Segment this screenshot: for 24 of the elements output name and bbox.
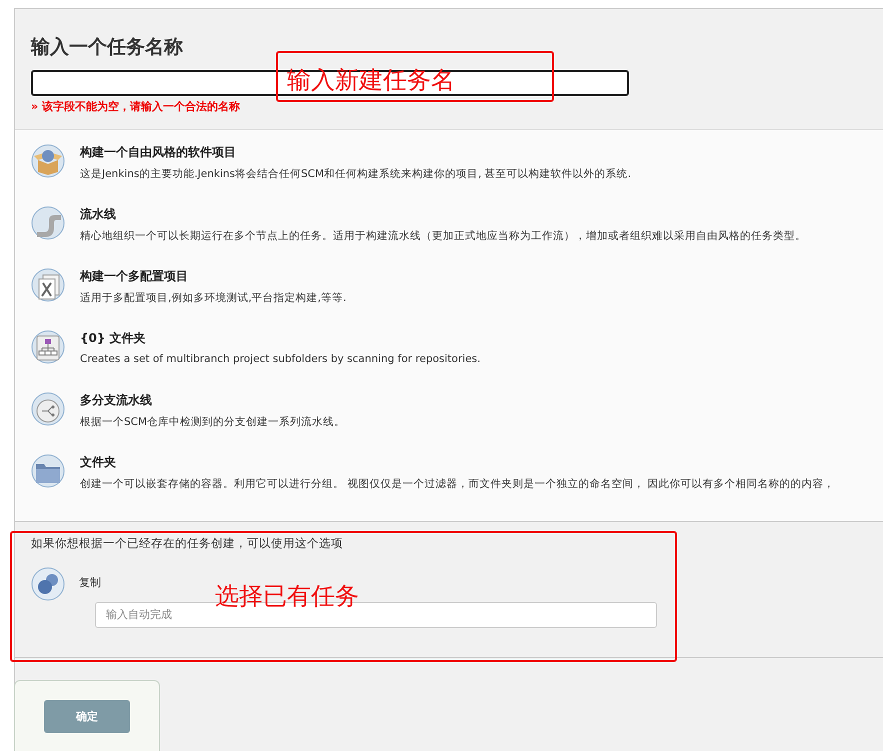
job-type-description: 这是Jenkins的主要功能.Jenkins将会结合任何SCM和任何构建系统来构建你的项目, 甚至可以构建软件以外的系统. [80,167,632,182]
job-type-label[interactable]: {0} 文件夹 [80,330,480,348]
pipe-icon [31,206,65,240]
job-type-label[interactable]: 构建一个自由风格的软件项目 [80,144,632,162]
annotation-text: 输入新建任务名 [287,65,455,96]
job-type-description: 精心地组织一个可以长期运行在多个节点上的任务。适用于构建流水线（更加正式地应当称为工作流），增加或者组织难以采用自由风格的任务类型。 [80,229,806,244]
hint-text: 如果你想根据一个已经存在的任务创建，可以使用这个选项 [31,536,344,551]
job-type-description: Creates a set of multibranch project subfolders by scanning for repositories. [80,353,480,366]
job-type-description: 根据一个SCM仓库中检测到的分支创建一系列流水线。 [80,415,346,430]
spheres-icon [31,566,65,601]
job-type-label[interactable]: 文件夹 [80,454,835,472]
branch-icon [31,392,65,426]
folder-icon [31,454,65,488]
job-type-label[interactable]: 流水线 [80,206,806,224]
box-icon [31,144,65,178]
error-message: » 该字段不能为空，请输入一个合法的名称 [31,99,241,114]
org-chart-icon [31,330,65,364]
job-type-label[interactable]: 构建一个多配置项目 [80,268,346,286]
job-type-label[interactable]: 多分支流水线 [80,392,346,410]
tools-icon [31,268,65,302]
section-title: 输入一个任务名称 [31,35,184,60]
job-type-description: 适用于多配置项目,例如多环境测试,平台指定构建,等等. [80,291,346,306]
copy-label[interactable]: 复制 [79,575,101,590]
job-type-description: 创建一个可以嵌套存储的容器。利用它可以进行分组。 视图仅仅是一个过滤器，而文件夹则是一个独立的命名空间， 因此你可以有多个相同名称的的内容， [80,477,835,492]
